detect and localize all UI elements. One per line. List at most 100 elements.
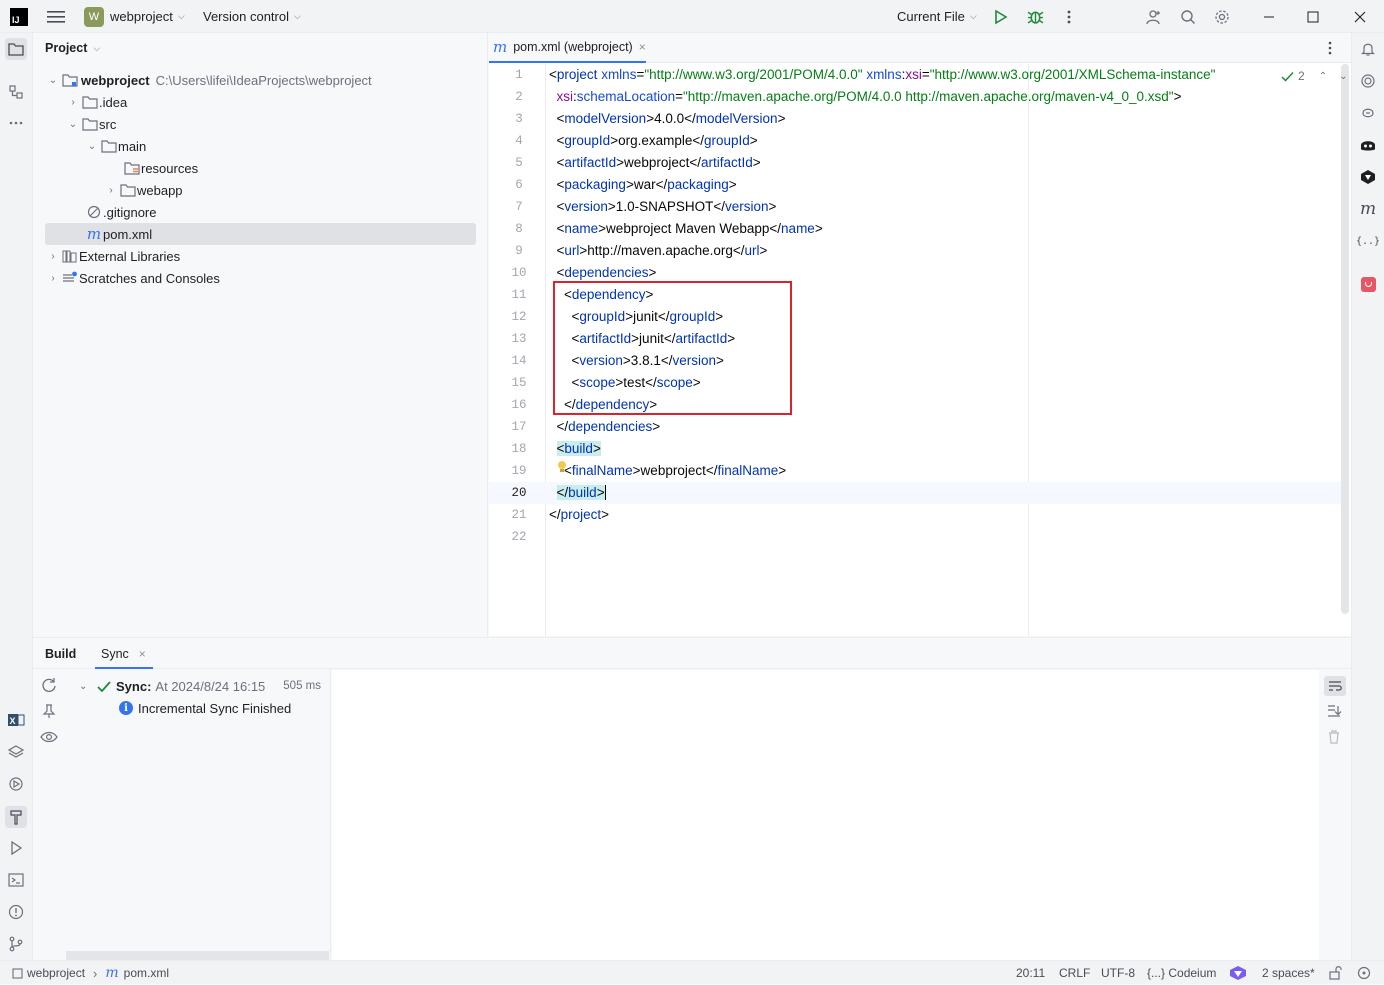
tree-row-webapp[interactable]: › webapp	[103, 179, 182, 201]
line-number[interactable]: 8	[489, 218, 545, 240]
debug-icon[interactable]	[1027, 0, 1044, 33]
line-number[interactable]: 6	[489, 174, 545, 196]
line-number[interactable]: 13	[489, 328, 545, 350]
lock-icon[interactable]	[1329, 961, 1343, 985]
chevron-down-icon[interactable]: ⌄	[45, 75, 61, 86]
chevron-right-icon[interactable]: ›	[45, 273, 61, 284]
json-icon[interactable]: {..}	[1356, 231, 1380, 251]
tab-pom-xml[interactable]: m pom.xml (webproject) ×	[489, 33, 646, 63]
code-line[interactable]: xsi:schemaLocation="http://maven.apache.…	[549, 86, 1182, 108]
add-user-icon[interactable]	[1146, 0, 1162, 33]
chevron-down-icon[interactable]: ⌄	[84, 141, 100, 152]
line-number[interactable]: 15	[489, 372, 545, 394]
app-logo[interactable]: IJ	[10, 0, 28, 33]
line-number[interactable]: 7	[489, 196, 545, 218]
code-line[interactable]: <packaging>war</packaging>	[549, 174, 737, 196]
breadcrumb-project[interactable]: webproject	[27, 966, 85, 980]
copilot-icon[interactable]	[1358, 103, 1378, 123]
scroll-to-end-icon[interactable]	[1327, 704, 1342, 721]
line-number[interactable]: 11	[489, 284, 545, 306]
code-line[interactable]: <version>1.0-SNAPSHOT</version>	[549, 196, 777, 218]
chevron-down-icon[interactable]: ⌄	[65, 119, 81, 130]
chevron-down-icon[interactable]: ⌄	[1339, 71, 1347, 82]
line-number[interactable]: 22	[489, 526, 545, 548]
maximize-icon[interactable]	[1307, 0, 1319, 33]
cursor-position[interactable]: 20:11	[1016, 961, 1045, 985]
vcs-menu[interactable]: Version control ⌵	[203, 0, 301, 33]
line-number[interactable]: 4	[489, 130, 545, 152]
github-copilot-icon[interactable]	[1358, 135, 1378, 155]
tree-row-scratches[interactable]: › Scratches and Consoles	[45, 267, 220, 289]
line-number[interactable]: 5	[489, 152, 545, 174]
tab-close-icon[interactable]: ×	[639, 40, 646, 54]
structure-icon[interactable]	[6, 82, 26, 102]
project-folder-icon[interactable]	[5, 38, 27, 60]
trash-icon[interactable]	[1328, 730, 1340, 747]
line-number[interactable]: 16	[489, 394, 545, 416]
tree-row-src[interactable]: ⌄ src	[65, 113, 117, 135]
tree-row-pom[interactable]: m pom.xml	[69, 223, 152, 245]
project-panel-header[interactable]: Project ⌵	[45, 41, 100, 55]
inspection-widget[interactable]: 2 ⌃ ⌄	[1281, 69, 1347, 83]
run-config-selector[interactable]: Current File ⌵	[897, 0, 977, 33]
codeium-status[interactable]: {...} Codeium	[1147, 961, 1216, 985]
line-number[interactable]: 9	[489, 240, 545, 262]
code-line[interactable]: <artifactId>webproject</artifactId>	[549, 152, 761, 174]
git-icon[interactable]	[6, 934, 26, 954]
tree-row-resources[interactable]: resources	[107, 157, 198, 179]
code-line[interactable]: </dependencies>	[549, 416, 661, 438]
code-line[interactable]: </project>	[549, 504, 609, 526]
code-line[interactable]: </build>	[549, 482, 606, 504]
layers-icon[interactable]	[6, 742, 26, 762]
chevron-right-icon[interactable]: ›	[45, 251, 61, 262]
services-icon[interactable]	[6, 774, 26, 794]
notifications-bell-icon[interactable]	[1358, 39, 1378, 59]
code-line[interactable]: <build>	[549, 438, 601, 460]
tree-row-main[interactable]: ⌄ main	[84, 135, 146, 157]
tree-row-external-libraries[interactable]: › External Libraries	[45, 245, 180, 267]
more-horizontal-icon[interactable]	[6, 113, 26, 133]
sync-message-row[interactable]: i Incremental Sync Finished	[119, 698, 291, 718]
code-line[interactable]: <url>http://maven.apache.org</url>	[549, 240, 768, 262]
tabs-more-icon[interactable]	[1327, 40, 1333, 59]
run-tool-icon[interactable]	[6, 838, 26, 858]
excel-icon[interactable]: X	[6, 710, 26, 730]
codeium-logo-icon[interactable]	[1229, 961, 1247, 985]
tree-row-webproject[interactable]: ⌄ webproject C:\Users\lifei\IdeaProjects…	[45, 69, 476, 91]
tab-sync[interactable]: Sync ×	[101, 638, 146, 669]
chevron-down-icon[interactable]: ⌄	[79, 681, 97, 692]
chevron-up-icon[interactable]: ⌃	[1319, 71, 1327, 82]
chevron-right-icon[interactable]: ›	[103, 185, 119, 196]
chevron-right-icon[interactable]: ›	[65, 97, 81, 108]
more-vertical-icon[interactable]	[1066, 0, 1072, 33]
code-line[interactable]: <finalName>webproject</finalName>	[549, 460, 786, 482]
maven-icon[interactable]: m	[1358, 199, 1378, 219]
line-number[interactable]: 10	[489, 262, 545, 284]
code-line[interactable]: <groupId>org.example</groupId>	[549, 130, 758, 152]
problems-icon[interactable]	[6, 902, 26, 922]
line-number[interactable]: 18	[489, 438, 545, 460]
line-number[interactable]: 19	[489, 460, 545, 482]
breadcrumb-file[interactable]: pom.xml	[124, 966, 169, 980]
line-separator[interactable]: CRLF	[1059, 961, 1090, 985]
tree-row-idea[interactable]: › .idea	[65, 91, 127, 113]
git-branch-icon[interactable]	[1357, 961, 1371, 985]
line-number[interactable]: 2	[489, 86, 545, 108]
line-number[interactable]: 17	[489, 416, 545, 438]
build-hammer-icon[interactable]	[5, 806, 27, 828]
soft-wrap-icon[interactable]	[1324, 676, 1346, 696]
close-icon[interactable]	[1354, 0, 1366, 33]
line-number[interactable]: 14	[489, 350, 545, 372]
codeium-icon[interactable]	[1358, 167, 1378, 187]
code-line[interactable]: <project xmlns="http://www.w3.org/2001/P…	[549, 64, 1215, 86]
sync-result-row[interactable]: ⌄ Sync: At 2024/8/24 16:15 505 ms	[79, 676, 321, 696]
run-icon[interactable]	[993, 0, 1009, 33]
line-number[interactable]: 20	[489, 482, 545, 504]
pin-icon[interactable]	[42, 703, 56, 722]
settings-gear-icon[interactable]	[1214, 0, 1230, 33]
main-menu-icon[interactable]	[47, 0, 65, 33]
tab-build[interactable]: Build	[45, 638, 76, 669]
plugin-red-icon[interactable]	[1358, 274, 1378, 294]
eye-icon[interactable]	[40, 730, 58, 747]
editor-scrollbar[interactable]	[1341, 64, 1349, 614]
